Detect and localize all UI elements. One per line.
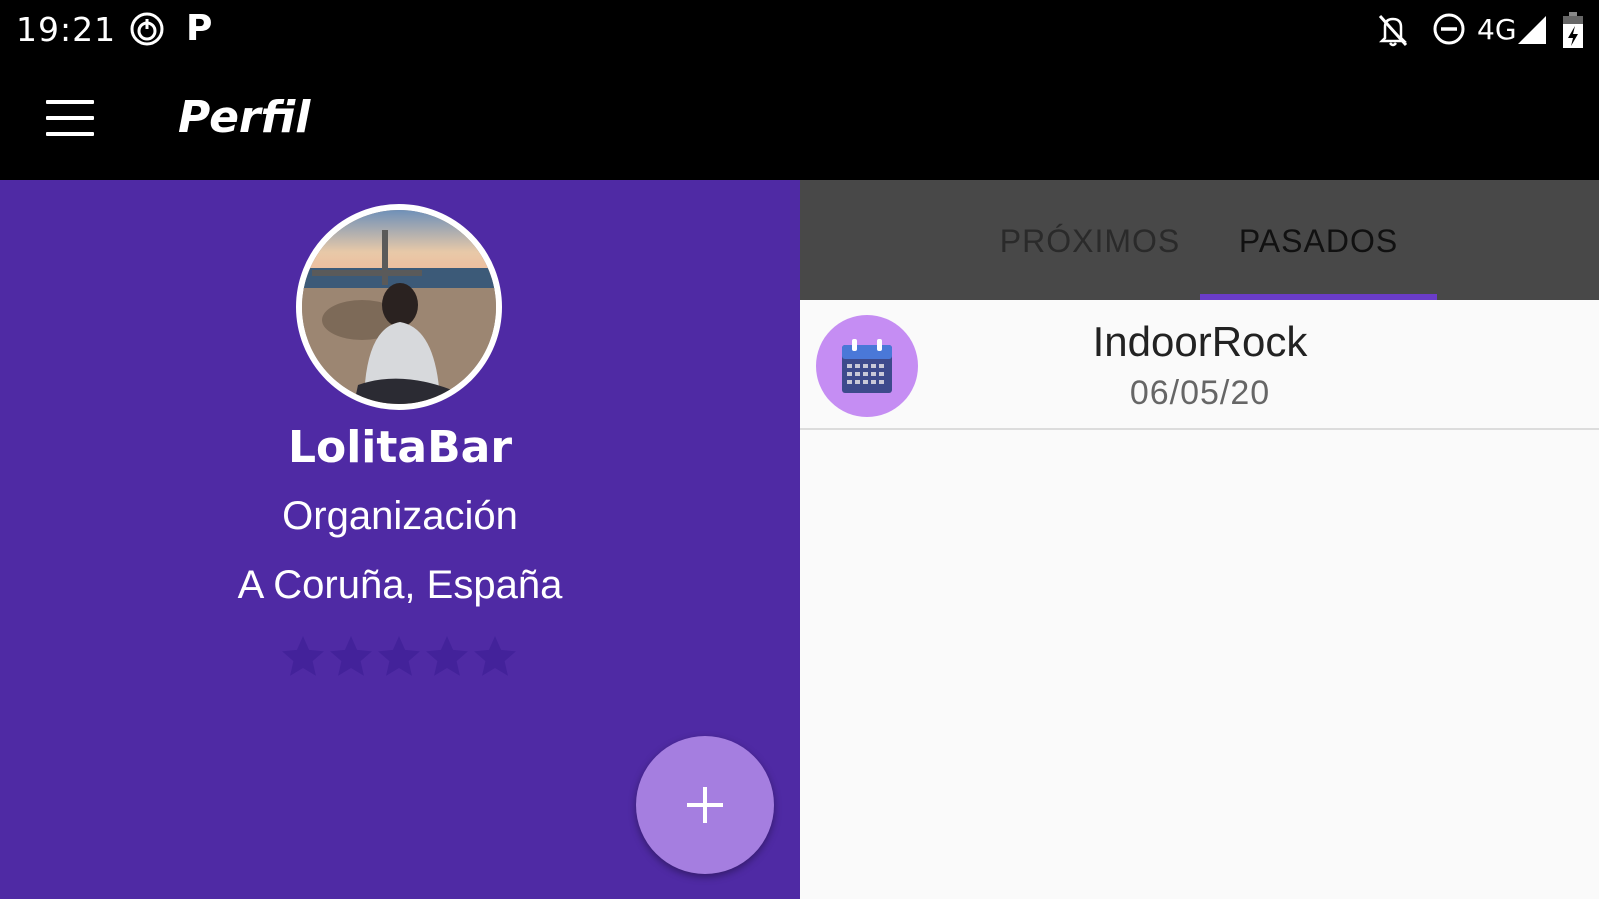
page-title: Perfil <box>178 92 311 143</box>
battery-charging-icon <box>1563 12 1583 48</box>
signal-icon <box>1518 16 1546 44</box>
star-icon <box>330 636 372 676</box>
notifications-off-icon <box>1378 14 1408 47</box>
add-event-button[interactable] <box>636 736 774 874</box>
star-icon <box>474 636 516 676</box>
event-date: 06/05/20 <box>1129 374 1271 412</box>
parking-p-icon: P <box>186 8 213 49</box>
star-icon <box>426 636 468 676</box>
event-icon <box>816 315 918 417</box>
hamburger-menu-icon[interactable] <box>46 100 94 136</box>
profile-location: A Coruña, España <box>237 563 563 607</box>
tab-upcoming[interactable]: PRÓXIMOS <box>970 180 1210 300</box>
events-panel: PRÓXIMOS PASADOS IndoorRock 06/05/20 <box>800 180 1599 899</box>
avatar-photo <box>302 210 496 404</box>
network-type: 4G <box>1477 13 1517 46</box>
tab-past[interactable]: PASADOS <box>1200 180 1437 300</box>
profile-type: Organización <box>282 494 518 538</box>
do-not-disturb-icon <box>1433 13 1465 45</box>
app-bar: Perfil <box>0 60 1599 180</box>
power-icon <box>130 12 164 46</box>
star-icon <box>282 636 324 676</box>
status-bar: 19:21 P 4G <box>0 0 1599 60</box>
profile-panel: LolitaBar Organización A Coruña, España <box>0 180 800 899</box>
rating-bar[interactable] <box>278 632 528 682</box>
event-name: IndoorRock <box>1092 318 1308 365</box>
tab-bar: PRÓXIMOS PASADOS <box>800 180 1599 300</box>
profile-name: LolitaBar <box>287 422 513 473</box>
avatar <box>296 204 502 410</box>
status-time: 19:21 <box>16 10 117 49</box>
plus-icon <box>687 787 723 823</box>
calendar-icon <box>842 339 892 393</box>
star-icon <box>378 636 420 676</box>
event-list-item[interactable]: IndoorRock 06/05/20 <box>800 300 1599 430</box>
